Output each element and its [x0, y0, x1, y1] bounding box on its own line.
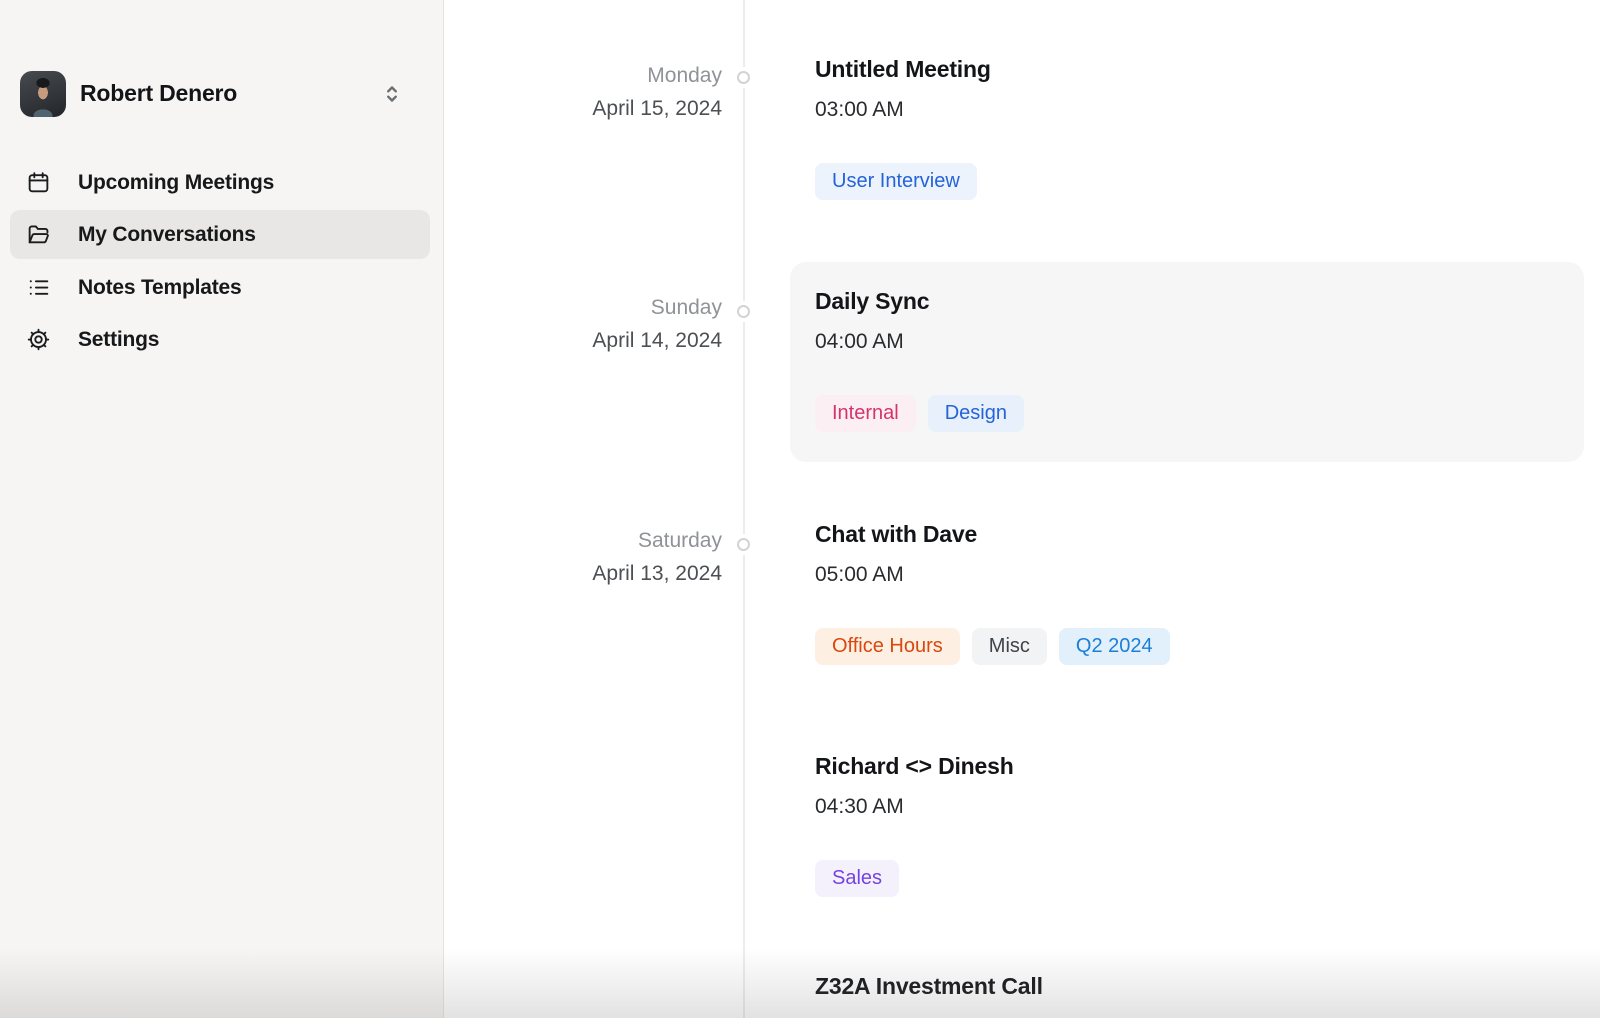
folder-icon	[26, 222, 51, 247]
profile-name: Robert Denero	[80, 80, 237, 107]
meeting-title: Daily Sync	[815, 287, 1584, 315]
timeline-dot	[737, 538, 750, 551]
meeting-tags: User Interview	[815, 163, 991, 200]
tag-internal[interactable]: Internal	[815, 395, 916, 432]
calendar-icon	[26, 170, 51, 195]
meeting-entry-chat-with-dave[interactable]: Chat with Dave 05:00 AM Office Hours Mis…	[815, 520, 1170, 665]
meeting-time: 04:00 AM	[815, 331, 1584, 353]
sidebar-item-settings[interactable]: Settings	[10, 315, 430, 364]
tag-user-interview[interactable]: User Interview	[815, 163, 977, 200]
tag-office-hours[interactable]: Office Hours	[815, 628, 960, 665]
gear-icon	[26, 327, 51, 352]
date-group-saturday: Saturday April 13, 2024	[440, 524, 722, 590]
timeline-dot	[737, 305, 750, 318]
timeline-dot	[737, 71, 750, 84]
sidebar-item-upcoming-meetings[interactable]: Upcoming Meetings	[10, 158, 430, 207]
timeline-line	[743, 0, 745, 1018]
sidebar: Robert Denero Upcoming Meetings My Conve…	[0, 0, 444, 1018]
sidebar-item-my-conversations[interactable]: My Conversations	[10, 210, 430, 259]
profile-switcher[interactable]: Robert Denero	[0, 62, 443, 126]
sidebar-item-label: My Conversations	[78, 223, 256, 247]
meeting-title: Z32A Investment Call	[815, 972, 1043, 1000]
sidebar-item-label: Upcoming Meetings	[78, 171, 274, 195]
list-icon	[26, 275, 51, 300]
tag-q2-2024[interactable]: Q2 2024	[1059, 628, 1170, 665]
date-label: April 14, 2024	[440, 324, 722, 357]
tag-misc[interactable]: Misc	[972, 628, 1047, 665]
avatar	[20, 71, 66, 117]
meeting-tags: Internal Design	[815, 395, 1584, 432]
meeting-time: 04:30 AM	[815, 796, 1014, 818]
date-group-sunday: Sunday April 14, 2024	[440, 291, 722, 357]
tag-design[interactable]: Design	[928, 395, 1024, 432]
meeting-tags: Office Hours Misc Q2 2024	[815, 628, 1170, 665]
meeting-entry-z32a-investment-call[interactable]: Z32A Investment Call	[815, 972, 1043, 1000]
meeting-entry-daily-sync[interactable]: Daily Sync 04:00 AM Internal Design	[790, 262, 1584, 462]
meeting-tags: Sales	[815, 860, 1014, 897]
day-label: Saturday	[440, 524, 722, 557]
date-label: April 15, 2024	[440, 92, 722, 125]
day-label: Sunday	[440, 291, 722, 324]
meeting-entry-untitled-meeting[interactable]: Untitled Meeting 03:00 AM User Interview	[815, 55, 991, 200]
date-label: April 13, 2024	[440, 557, 722, 590]
tag-sales[interactable]: Sales	[815, 860, 899, 897]
meeting-title: Untitled Meeting	[815, 55, 991, 83]
meeting-time: 03:00 AM	[815, 99, 991, 121]
sidebar-item-label: Settings	[78, 328, 159, 352]
chevron-up-down-icon[interactable]	[379, 81, 405, 107]
meeting-title: Richard <> Dinesh	[815, 752, 1014, 780]
meeting-title: Chat with Dave	[815, 520, 1170, 548]
meeting-entry-richard-dinesh[interactable]: Richard <> Dinesh 04:30 AM Sales	[815, 752, 1014, 897]
meeting-time: 05:00 AM	[815, 564, 1170, 586]
date-group-monday: Monday April 15, 2024	[440, 59, 722, 125]
day-label: Monday	[440, 59, 722, 92]
sidebar-item-label: Notes Templates	[78, 276, 242, 300]
sidebar-item-notes-templates[interactable]: Notes Templates	[10, 263, 430, 312]
